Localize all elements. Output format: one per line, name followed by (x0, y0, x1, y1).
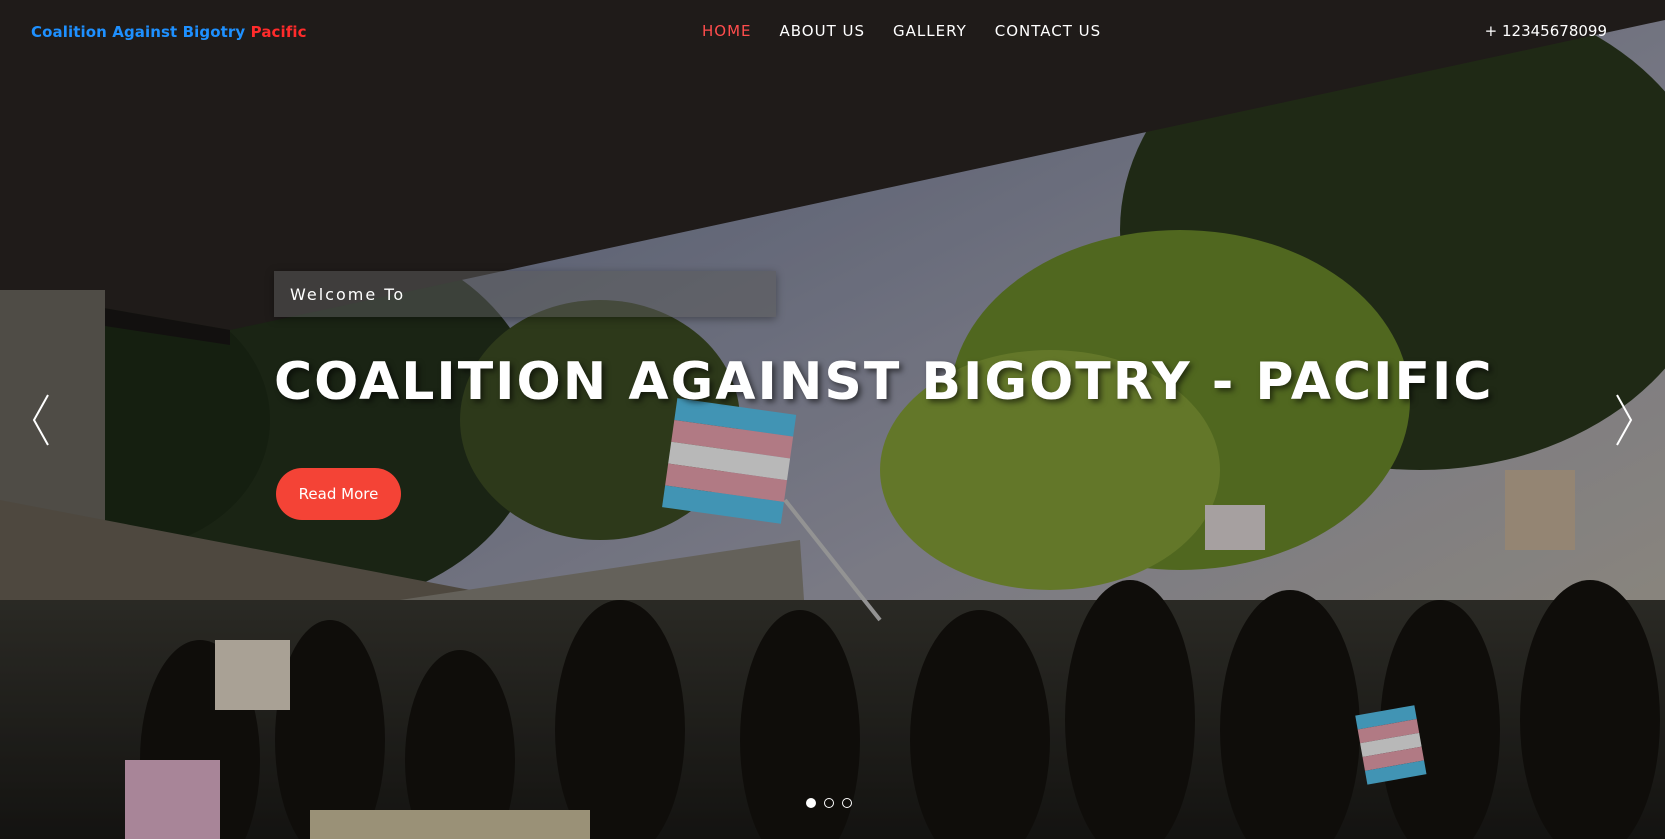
carousel-indicators (806, 798, 852, 808)
hero-slider: Coalition Against Bigotry Pacific HOME A… (0, 0, 1665, 839)
hero-dark-overlay (0, 0, 1665, 839)
carousel-next-button[interactable] (1613, 393, 1635, 447)
chevron-left-icon (32, 394, 49, 446)
chevron-right-icon (1616, 394, 1633, 446)
main-nav: HOME ABOUT US GALLERY CONTACT US (702, 22, 1101, 40)
carousel-indicator-2[interactable] (824, 798, 834, 808)
logo-text-primary: Coalition Against Bigotry (31, 23, 246, 41)
nav-about-link[interactable]: ABOUT US (780, 22, 866, 40)
welcome-text: Welcome To (290, 285, 406, 304)
carousel-indicator-3[interactable] (842, 798, 852, 808)
site-header: Coalition Against Bigotry Pacific HOME A… (0, 0, 1665, 64)
carousel-indicator-1[interactable] (806, 798, 816, 808)
read-more-button[interactable]: Read More (276, 468, 401, 520)
site-logo[interactable]: Coalition Against Bigotry Pacific (31, 23, 307, 41)
nav-contact-link[interactable]: CONTACT US (995, 22, 1101, 40)
phone-number-link[interactable]: + 12345678099 (1485, 22, 1607, 40)
nav-home-link[interactable]: HOME (702, 22, 752, 40)
logo-text-accent: Pacific (250, 23, 307, 41)
welcome-banner: Welcome To (274, 271, 776, 317)
nav-gallery-link[interactable]: GALLERY (893, 22, 967, 40)
hero-title: COALITION AGAINST BIGOTRY - PACIFIC (274, 352, 1494, 412)
carousel-prev-button[interactable] (30, 393, 52, 447)
